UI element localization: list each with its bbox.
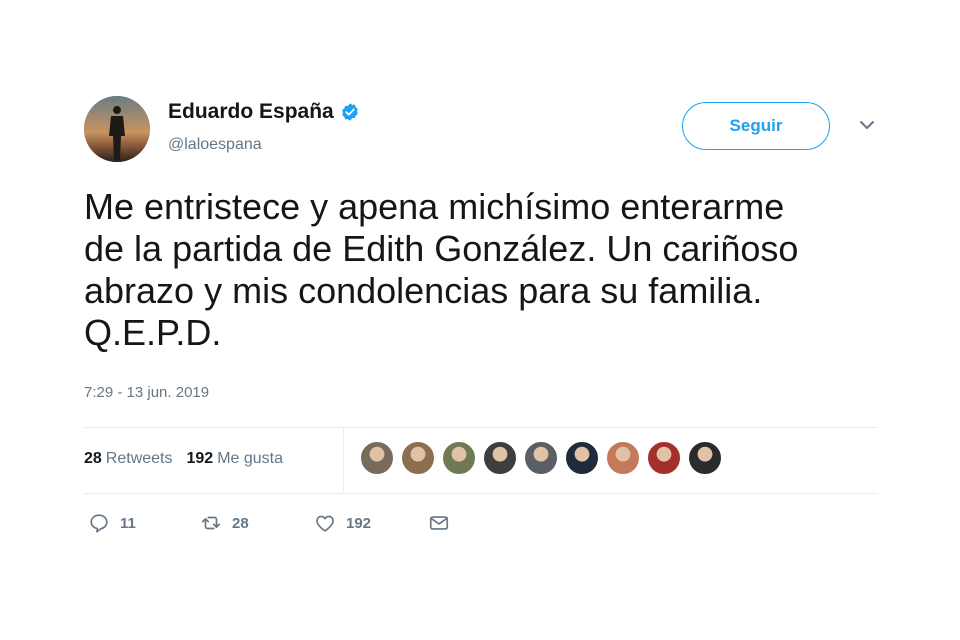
tweet-stats: 28 Retweets 192 Me gusta (84, 450, 283, 468)
follow-button[interactable]: Seguir (682, 102, 830, 150)
retweet-icon (201, 516, 221, 530)
stats-divider (343, 428, 344, 492)
like-button[interactable]: 192 (314, 512, 371, 534)
liker-avatar[interactable] (442, 441, 476, 475)
retweets-count: 28 (84, 450, 102, 467)
envelope-icon (429, 516, 449, 530)
liker-avatar[interactable] (524, 441, 558, 475)
retweet-count: 28 (232, 514, 249, 532)
liker-avatar[interactable] (565, 441, 599, 475)
reply-button[interactable]: 11 (88, 512, 136, 534)
like-count: 192 (346, 514, 372, 532)
tweet-card: Eduardo España @laloespana Seguir Me ent… (0, 0, 960, 640)
likes-stat[interactable]: 192 Me gusta (187, 450, 284, 468)
divider (84, 427, 878, 428)
author-handle[interactable]: @laloespana (168, 136, 262, 154)
reply-count: 11 (120, 514, 136, 532)
chevron-down-icon[interactable] (858, 118, 876, 132)
liker-avatar[interactable] (647, 441, 681, 475)
author-display-name[interactable]: Eduardo España (168, 100, 334, 124)
liker-avatar[interactable] (483, 441, 517, 475)
likes-count: 192 (186, 450, 214, 467)
retweet-button[interactable]: 28 (200, 512, 249, 534)
verified-badge-icon (341, 103, 358, 121)
heart-icon (316, 515, 334, 532)
likes-label: Me gusta (217, 450, 284, 467)
tweet-text: Me entristece y apena michísimo enterarm… (84, 186, 884, 354)
likers-avatars (360, 441, 722, 475)
tweet-text-line: Q.E.P.D. (84, 312, 222, 353)
liker-avatar[interactable] (688, 441, 722, 475)
liker-avatar[interactable] (401, 441, 435, 475)
tweet-text-line: abrazo y mis condolencias para su famili… (84, 270, 763, 311)
reply-icon (90, 514, 108, 533)
direct-message-button[interactable] (428, 512, 450, 534)
tweet-timestamp[interactable]: 7:29 - 13 jun. 2019 (84, 384, 209, 401)
avatar[interactable] (84, 96, 150, 162)
avatar-image (84, 96, 150, 162)
divider (84, 493, 878, 494)
liker-avatar[interactable] (360, 441, 394, 475)
tweet-text-line: Me entristece y apena michísimo enterarm… (84, 186, 785, 227)
retweets-label: Retweets (105, 450, 173, 467)
author-name-row: Eduardo España (168, 100, 360, 124)
tweet-text-line: de la partida de Edith González. Un cari… (84, 228, 799, 269)
liker-avatar[interactable] (606, 441, 640, 475)
retweets-stat[interactable]: 28 Retweets (84, 450, 173, 468)
